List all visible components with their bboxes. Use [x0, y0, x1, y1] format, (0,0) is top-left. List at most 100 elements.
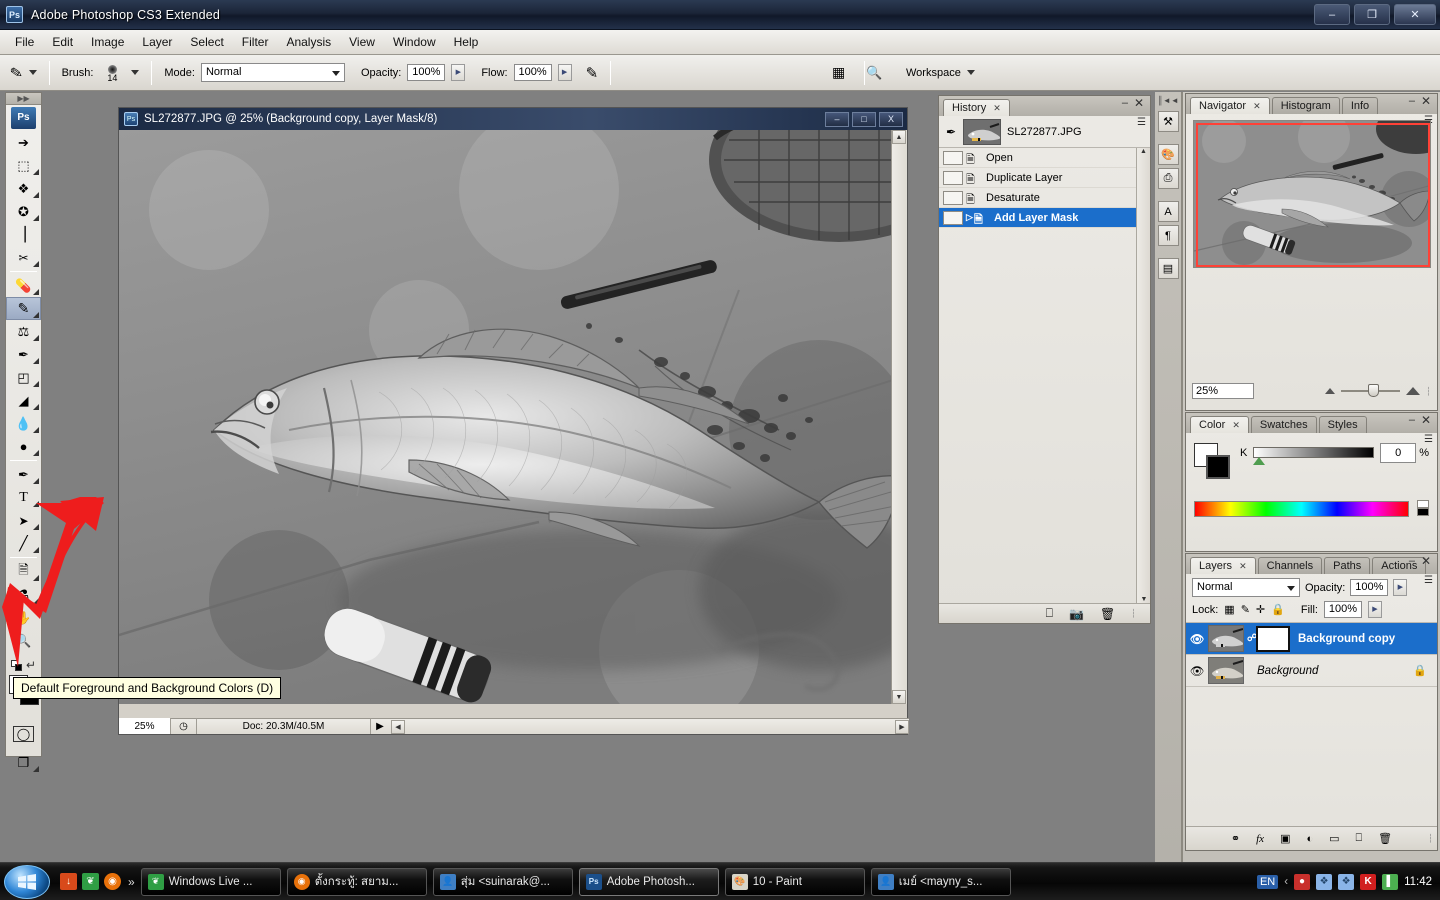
history-snapshot-row[interactable]: ✒ SL272877.JPG — [939, 116, 1150, 148]
tab-histogram[interactable]: Histogram — [1271, 97, 1340, 114]
canvas-vertical-scrollbar[interactable]: ▲ ▼ — [891, 130, 907, 704]
tab-history[interactable]: History ✕ — [943, 99, 1010, 116]
quick-mask-mode-icon[interactable]: ◯ — [6, 722, 41, 745]
collapse-dock-icon[interactable]: ║◄◄ — [1155, 92, 1181, 108]
scroll-right-arrow-icon[interactable]: ▶ — [895, 719, 909, 734]
healing-brush-tool[interactable]: 💊 — [6, 274, 41, 297]
canvas-area[interactable] — [119, 130, 909, 720]
history-state-checkbox[interactable] — [943, 170, 963, 185]
slice-tool[interactable]: ✂ — [6, 246, 41, 269]
panel-menu-icon[interactable]: ☰ — [1424, 435, 1433, 445]
resize-grip-icon[interactable]: ┆ — [1131, 609, 1136, 618]
close-icon[interactable]: ✕ — [1253, 101, 1261, 111]
document-minimize-button[interactable]: – — [825, 111, 849, 127]
create-document-from-state-button[interactable]: ⎕ — [1046, 606, 1053, 621]
k-slider[interactable] — [1253, 443, 1375, 465]
menu-item-edit[interactable]: Edit — [43, 32, 82, 52]
network-2-icon[interactable]: ❖ — [1338, 873, 1355, 890]
scroll-up-arrow-icon[interactable]: ▲ — [892, 130, 906, 144]
close-panel-icon[interactable]: ✕ — [1134, 96, 1144, 110]
blur-tool[interactable]: 💧 — [6, 412, 41, 435]
k-value-input[interactable]: 0 — [1380, 443, 1417, 463]
minimize-panel-icon[interactable]: – — [1409, 95, 1415, 107]
menu-item-analysis[interactable]: Analysis — [277, 32, 340, 52]
taskbar-item-firefox[interactable]: ◉ ตั้งกระทู้: สยาม... — [286, 867, 427, 896]
delete-layer-button[interactable]: 🗑 — [1378, 832, 1392, 845]
resize-grip-icon[interactable]: ┆ — [1426, 387, 1431, 396]
firefox-icon[interactable]: ◉ — [104, 873, 121, 890]
brushes-panel-icon[interactable]: 🎨 — [1157, 144, 1179, 165]
history-state-duplicate-layer[interactable]: 🗎 Duplicate Layer — [939, 168, 1150, 188]
layer-visibility-icon[interactable]: 👁 — [1186, 658, 1208, 684]
close-icon[interactable]: ✕ — [1239, 561, 1247, 571]
tab-actions[interactable]: Actions — [1372, 557, 1427, 574]
workspace-menu[interactable]: Workspace — [906, 67, 975, 79]
navigator-thumbnail[interactable] — [1192, 120, 1431, 268]
lock-image-pixels-icon[interactable]: ✎ — [1241, 603, 1250, 616]
clone-source-panel-icon[interactable]: ⎙ — [1157, 168, 1179, 189]
pen-tool[interactable]: ✒ — [6, 463, 41, 486]
shield-security-icon[interactable]: ● — [1294, 873, 1311, 890]
new-adjustment-layer-button[interactable]: ◐ — [1306, 833, 1313, 845]
minimize-panel-icon[interactable]: – — [1409, 414, 1415, 426]
layer-fill-slider-button[interactable]: ▶ — [1367, 601, 1382, 618]
document-maximize-button[interactable]: □ — [852, 111, 876, 127]
network-icon[interactable]: ❖ — [1316, 873, 1333, 890]
link-layers-button[interactable]: ⚭ — [1231, 832, 1240, 845]
image-canvas[interactable] — [119, 130, 893, 704]
taskbar-item-adobe-photoshop[interactable]: Ps Adobe Photosh... — [578, 867, 719, 896]
magic-wand-tool[interactable]: ✪ — [6, 200, 41, 223]
layer-blend-mode-select[interactable]: Normal — [1192, 578, 1300, 597]
navigator-zoom-input[interactable]: 25% — [1192, 383, 1254, 399]
clock[interactable]: 11:42 — [1404, 876, 1432, 888]
add-layer-mask-button[interactable]: ▣ — [1280, 832, 1290, 845]
document-close-button[interactable]: X — [879, 111, 903, 127]
zoom-slider-knob[interactable] — [1368, 384, 1380, 397]
scroll-left-arrow-icon[interactable]: ◀ — [391, 719, 405, 734]
flow-slider-button[interactable]: ▶ — [557, 64, 572, 81]
lock-all-icon[interactable]: 🔒 — [1271, 603, 1285, 616]
layer-row-background[interactable]: 👁 Background 🔒 — [1186, 655, 1437, 687]
menu-item-help[interactable]: Help — [445, 32, 488, 52]
status-menu-arrow-icon[interactable]: ▶ — [371, 718, 389, 734]
history-state-checkbox[interactable] — [943, 190, 963, 205]
flow-input[interactable]: 100% — [513, 64, 552, 81]
layer-thumbnail[interactable] — [1208, 625, 1244, 652]
layer-visibility-icon[interactable]: 👁 — [1186, 626, 1208, 652]
minimize-button[interactable]: – — [1314, 4, 1350, 25]
windows-live-messenger-icon[interactable]: ❦ — [82, 873, 99, 890]
new-group-button[interactable]: ▭ — [1329, 832, 1339, 845]
status-proxy-icon[interactable]: ◷ — [171, 718, 197, 734]
character-panel-icon[interactable]: A — [1157, 201, 1179, 222]
clone-stamp-tool[interactable]: ⚖ — [6, 320, 41, 343]
layer-row-background-copy[interactable]: 👁 ☍ Background copy — [1186, 623, 1437, 655]
create-new-snapshot-button[interactable]: 📷 — [1069, 607, 1084, 621]
layer-thumbnail[interactable] — [1208, 657, 1244, 684]
default-foreground-background-colors-icon[interactable] — [11, 660, 22, 671]
k-slider-track[interactable] — [1253, 447, 1375, 458]
path-selection-tool[interactable]: ➤ — [6, 509, 41, 532]
menu-item-layer[interactable]: Layer — [133, 32, 181, 52]
resize-grip-icon[interactable]: ┆ — [1428, 834, 1433, 843]
menu-item-file[interactable]: File — [6, 32, 43, 52]
tab-styles[interactable]: Styles — [1318, 416, 1367, 433]
zoom-tool[interactable]: 🔍 — [6, 629, 41, 652]
swap-foreground-background-colors-icon[interactable]: ↵ — [26, 658, 36, 672]
minimize-panel-icon[interactable]: – — [1409, 555, 1415, 567]
delete-state-button[interactable]: 🗑 — [1100, 607, 1115, 621]
menu-item-filter[interactable]: Filter — [233, 32, 278, 52]
history-state-desaturate[interactable]: 🗎 Desaturate — [939, 188, 1150, 208]
go-to-bridge-icon[interactable]: 🔍 — [866, 65, 882, 81]
zoom-out-icon[interactable] — [1325, 388, 1336, 394]
close-panel-icon[interactable]: ✕ — [1421, 94, 1431, 108]
start-button[interactable] — [4, 864, 50, 899]
taskbar-item-paint[interactable]: 🎨 10 - Paint — [724, 867, 865, 896]
background-color-swatch[interactable] — [1206, 455, 1230, 479]
layer-mask-thumbnail[interactable] — [1256, 625, 1290, 652]
airbrush-icon[interactable]: ✎ — [586, 64, 599, 82]
language-indicator[interactable]: EN — [1256, 874, 1279, 889]
menu-item-view[interactable]: View — [340, 32, 384, 52]
taskbar-item-mayny[interactable]: 👤 เมย์ <mayny_s... — [870, 867, 1011, 896]
rectangular-marquee-tool[interactable]: ⬚ — [6, 154, 41, 177]
history-brush-source-icon[interactable]: ✒ — [939, 125, 963, 139]
